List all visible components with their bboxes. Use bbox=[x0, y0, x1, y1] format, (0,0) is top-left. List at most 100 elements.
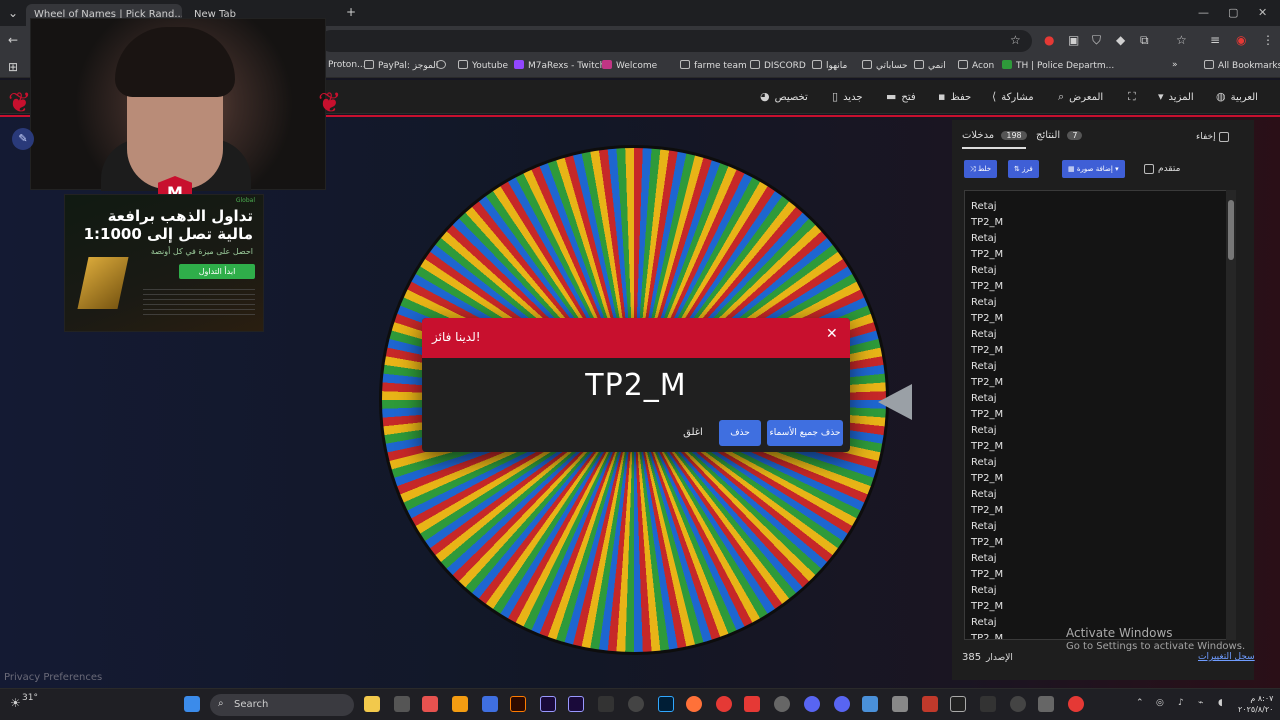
menu-save[interactable]: ▪ حفظ bbox=[938, 90, 971, 103]
network-icon[interactable]: ⌁ bbox=[1198, 698, 1203, 708]
remove-button[interactable]: حذف bbox=[719, 420, 761, 446]
bookmark-item[interactable]: M7aRexs - Twitch bbox=[514, 60, 605, 71]
back-icon[interactable]: ← bbox=[8, 33, 18, 47]
advanced-checkbox[interactable] bbox=[1144, 164, 1154, 174]
menu-gallery[interactable]: ⌕ المعرض bbox=[1058, 90, 1103, 104]
shield-icon[interactable]: ⛉ bbox=[1092, 33, 1101, 48]
menu-more[interactable]: ▾ المزيد bbox=[1158, 90, 1194, 103]
extension-diamond-icon[interactable]: ◆ bbox=[1116, 33, 1125, 47]
volume-icon[interactable]: ◖ bbox=[1218, 698, 1223, 708]
extension-icon[interactable]: ▣ bbox=[1068, 33, 1079, 47]
ad-cta-button[interactable]: ابدأ التداول bbox=[179, 264, 255, 279]
menu-language[interactable]: ◍ العربية bbox=[1216, 90, 1258, 103]
app-icon[interactable] bbox=[922, 696, 938, 712]
bookmark-item[interactable]: farme team bbox=[680, 60, 747, 71]
media-encoder-icon[interactable] bbox=[540, 696, 556, 712]
list-item: TP2_M bbox=[971, 281, 1004, 292]
bookmark-item[interactable] bbox=[436, 60, 450, 71]
list-item: TP2_M bbox=[971, 313, 1004, 324]
bookmark-item[interactable]: DISCORD bbox=[750, 60, 806, 71]
app-icon[interactable] bbox=[1010, 696, 1026, 712]
bookmark-item[interactable]: Proton... bbox=[328, 60, 366, 70]
app-icon[interactable] bbox=[422, 696, 438, 712]
close-icon[interactable]: ✕ bbox=[826, 326, 838, 342]
close-window-icon[interactable]: ✕ bbox=[1258, 6, 1267, 19]
app-icon[interactable] bbox=[394, 696, 410, 712]
new-tab-icon[interactable]: + bbox=[346, 5, 356, 19]
tray-app-icon[interactable]: ◎ bbox=[1156, 698, 1164, 708]
taskbar-clock[interactable]: ٨:٠٧ م ٢٠٢٥/٨/٢٠ bbox=[1238, 693, 1273, 715]
changelog-link[interactable]: سجل التغييرات bbox=[1198, 652, 1255, 662]
bookmark-item[interactable]: TH | Police Departm... bbox=[1002, 60, 1114, 71]
taskbar-search[interactable]: ⌕ Search bbox=[210, 694, 354, 716]
bookmark-item[interactable]: حساباتي bbox=[862, 60, 908, 71]
illustrator-icon[interactable] bbox=[510, 696, 526, 712]
menu-new[interactable]: ▯ جديد bbox=[832, 90, 863, 103]
bookmark-item[interactable]: Acon bbox=[958, 60, 994, 71]
privacy-preferences-link[interactable]: Privacy Preferences bbox=[4, 672, 102, 683]
extension-record-icon[interactable]: ● bbox=[1044, 33, 1054, 47]
after-effects-icon[interactable] bbox=[568, 696, 584, 712]
app-icon[interactable] bbox=[862, 696, 878, 712]
app-icon[interactable] bbox=[774, 696, 790, 712]
app-icon[interactable] bbox=[804, 696, 820, 712]
sort-button[interactable]: ⇅ فرز bbox=[1008, 160, 1039, 178]
star-icon[interactable]: ☆ bbox=[1010, 33, 1021, 47]
tab-search-icon[interactable]: ⌄ bbox=[8, 6, 18, 20]
scrollbar-thumb[interactable] bbox=[1228, 200, 1234, 260]
app-icon[interactable] bbox=[980, 696, 996, 712]
app-icon[interactable] bbox=[892, 696, 908, 712]
bookmarks-overflow-icon[interactable]: » bbox=[1172, 60, 1178, 70]
bookmark-item[interactable]: Youtube bbox=[458, 60, 508, 71]
remove-all-button[interactable]: حذف جميع الأسماء bbox=[767, 420, 843, 446]
apps-icon[interactable]: ⊞ bbox=[8, 60, 18, 74]
app-icon[interactable] bbox=[452, 696, 468, 712]
advertisement[interactable]: Global تداول الذهب برافعة مالية تصل إلى … bbox=[64, 194, 264, 332]
chatgpt-icon[interactable] bbox=[628, 696, 644, 712]
bookmark-item[interactable]: PayPal: الموجز bbox=[364, 60, 438, 71]
bookmark-item[interactable]: انمي bbox=[914, 60, 946, 71]
tray-overflow-icon[interactable]: ⌃ bbox=[1136, 698, 1144, 708]
entries-scrollbar[interactable] bbox=[1226, 190, 1236, 640]
minimize-icon[interactable]: — bbox=[1198, 6, 1209, 19]
chevron-down-icon: ▾ bbox=[1115, 165, 1119, 173]
all-bookmarks[interactable]: All Bookmarks bbox=[1204, 60, 1280, 71]
weather-icon[interactable]: ☀ bbox=[10, 696, 21, 710]
menu-fullscreen[interactable]: ⛶ bbox=[1128, 90, 1136, 104]
close-button[interactable]: اغلق bbox=[674, 420, 712, 446]
add-image-button[interactable]: ▦ إضافة صورة ▾ bbox=[1062, 160, 1125, 178]
entries-textarea[interactable]: Retaj TP2_M Retaj TP2_M Retaj TP2_M Retaj TP2_M… bbox=[964, 190, 1236, 640]
puzzle-icon[interactable]: ⧉ bbox=[1140, 33, 1149, 48]
chrome-icon[interactable] bbox=[716, 696, 732, 712]
file-explorer-icon[interactable] bbox=[364, 696, 380, 712]
edit-icon[interactable]: ✎ bbox=[12, 128, 34, 150]
start-icon[interactable] bbox=[184, 696, 200, 712]
bookmark-manager-icon[interactable]: ☆ bbox=[1176, 33, 1187, 47]
discord-icon[interactable] bbox=[834, 696, 850, 712]
microphone-icon[interactable]: ♪ bbox=[1178, 698, 1184, 708]
firefox-icon[interactable] bbox=[686, 696, 702, 712]
tab-entries[interactable]: مدخلات 198 bbox=[962, 130, 1027, 141]
menu-share[interactable]: ⟨ مشاركة bbox=[992, 90, 1034, 103]
bookmark-item[interactable]: Welcome bbox=[602, 60, 657, 71]
bookmark-item[interactable]: مانهوا bbox=[812, 60, 847, 71]
menu-customize[interactable]: ◕ تخصيص bbox=[760, 90, 808, 103]
reading-list-icon[interactable]: ≡ bbox=[1210, 33, 1220, 47]
app-icon[interactable] bbox=[482, 696, 498, 712]
tab-results[interactable]: النتائج 7 bbox=[1036, 130, 1083, 141]
app-icon[interactable] bbox=[598, 696, 614, 712]
photoshop-icon[interactable] bbox=[658, 696, 674, 712]
hide-checkbox[interactable] bbox=[1219, 132, 1229, 142]
shuffle-button[interactable]: ⤨ خلط bbox=[964, 160, 998, 178]
file-icon: ▯ bbox=[832, 90, 839, 103]
avatar[interactable]: ◉ bbox=[1236, 33, 1246, 47]
youtube-icon[interactable] bbox=[744, 696, 760, 712]
maximize-icon[interactable]: ▢ bbox=[1228, 6, 1238, 19]
settings-icon[interactable] bbox=[1038, 696, 1054, 712]
kebab-menu-icon[interactable]: ⋮ bbox=[1262, 33, 1274, 47]
list-item: TP2_M bbox=[971, 377, 1004, 388]
address-bar[interactable] bbox=[320, 30, 1032, 52]
chrome-icon[interactable] bbox=[1068, 696, 1084, 712]
obs-icon[interactable] bbox=[950, 696, 966, 712]
menu-open[interactable]: ▬ فتح bbox=[886, 90, 916, 103]
